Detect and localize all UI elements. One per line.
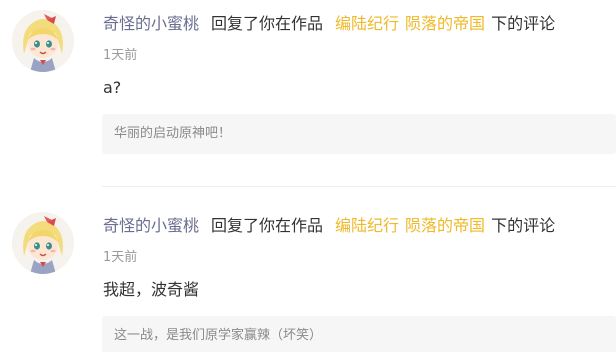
anime-girl-avatar-icon: [12, 212, 74, 274]
reply-notification-feed: 奇怪的小蜜桃 回复了你在作品 编陆纪行 陨落的帝国 下的评论 1天前 a? 华丽的启动原…: [0, 0, 616, 352]
username-link[interactable]: 奇怪的小蜜桃: [103, 14, 199, 33]
reply-content: 我超，波奇酱: [103, 280, 200, 299]
tail-text: 下的评论: [491, 216, 556, 235]
reply-headline: 奇怪的小蜜桃 回复了你在作品 编陆纪行 陨落的帝国 下的评论: [103, 214, 555, 238]
item-divider: [102, 186, 616, 187]
action-text: 回复了你在作品: [211, 216, 324, 235]
reply-content: a?: [103, 78, 122, 97]
quoted-comment[interactable]: 这一战，是我们原学家赢辣（坏笑）: [102, 316, 616, 352]
reply-headline: 奇怪的小蜜桃 回复了你在作品 编陆纪行 陨落的帝国 下的评论: [103, 12, 555, 36]
action-text: 回复了你在作品: [211, 14, 324, 33]
user-avatar[interactable]: [12, 10, 74, 72]
reply-time: 1天前: [103, 250, 138, 265]
user-avatar[interactable]: [12, 212, 74, 274]
quoted-comment[interactable]: 华丽的启动原神吧！: [102, 114, 616, 154]
work-series-link[interactable]: 编陆纪行: [335, 14, 399, 33]
reply-time: 1天前: [103, 48, 138, 63]
tail-text: 下的评论: [491, 14, 556, 33]
work-title-link[interactable]: 陨落的帝国: [405, 14, 485, 33]
work-series-link[interactable]: 编陆纪行: [335, 216, 399, 235]
work-title-link[interactable]: 陨落的帝国: [405, 216, 485, 235]
username-link[interactable]: 奇怪的小蜜桃: [103, 216, 199, 235]
anime-girl-avatar-icon: [12, 10, 74, 72]
